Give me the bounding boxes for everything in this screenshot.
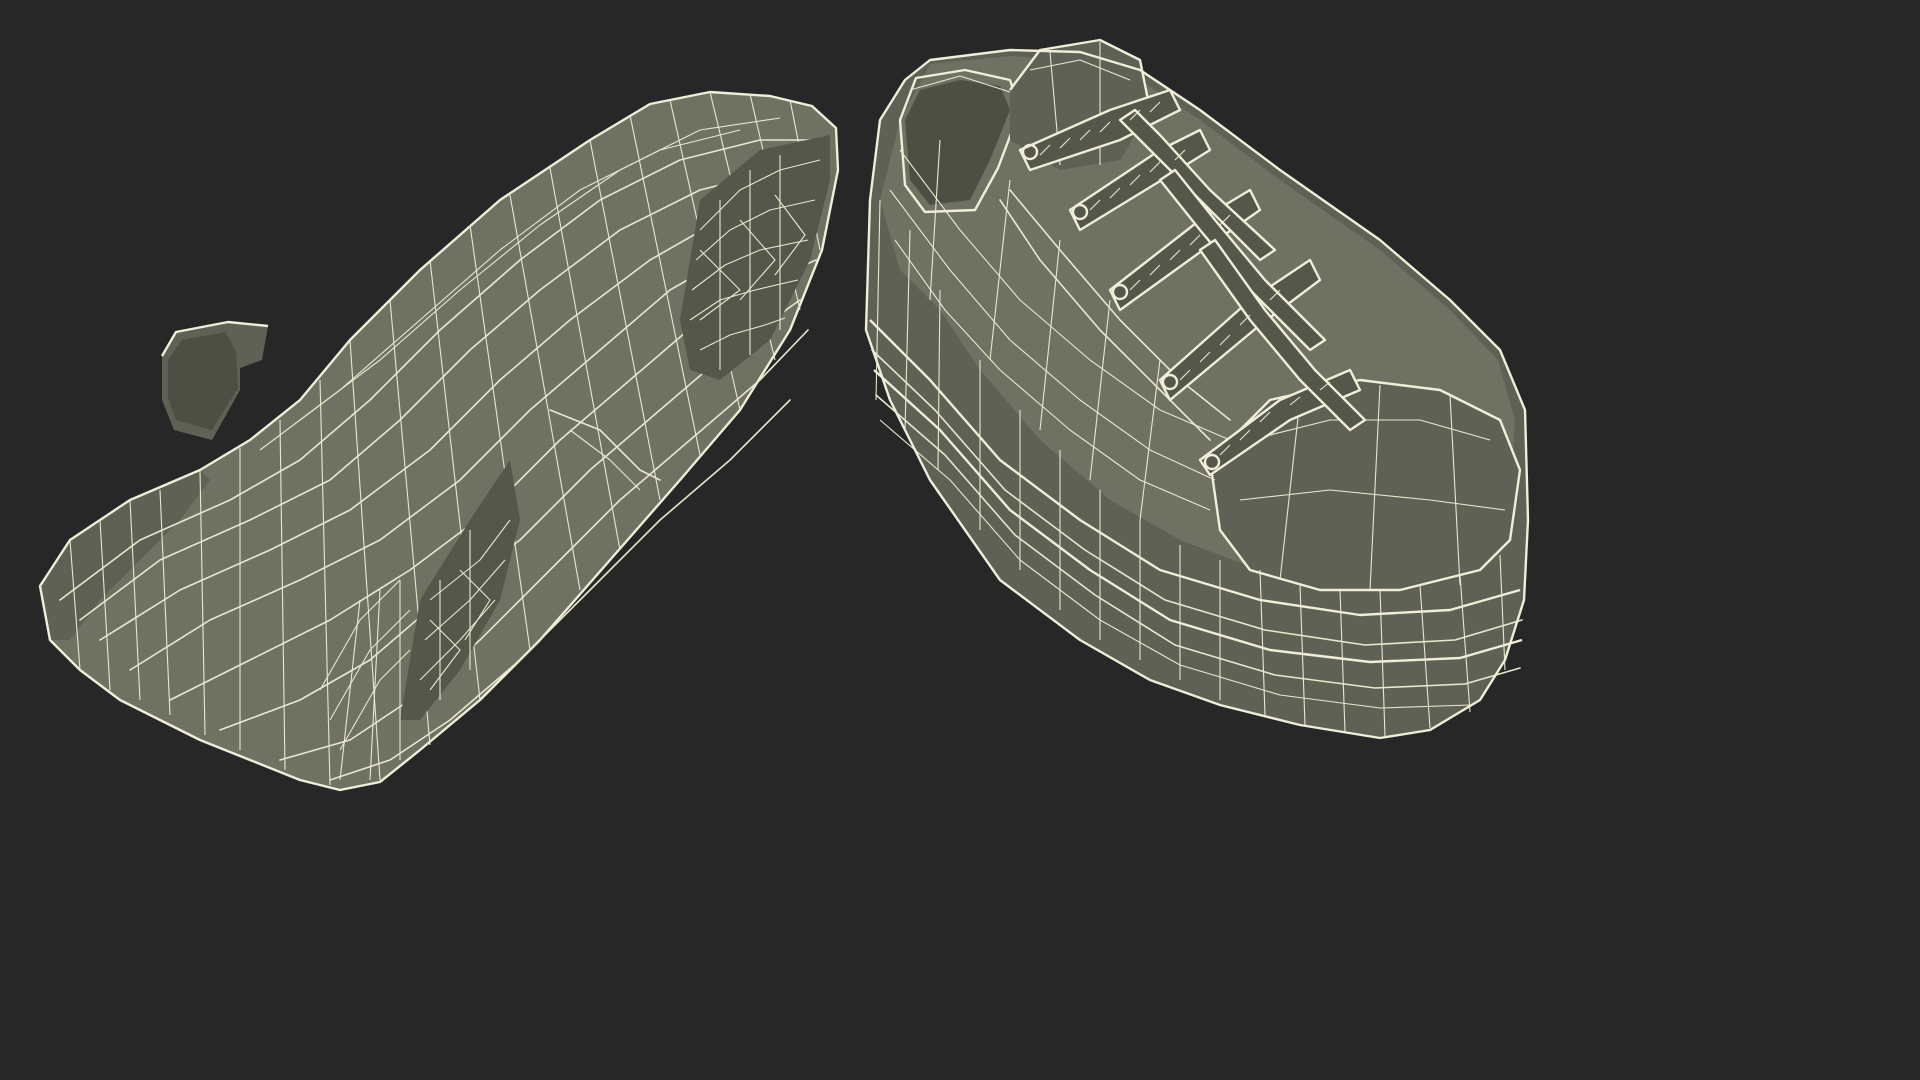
right-sneaker[interactable] (864, 38, 1530, 740)
left-sneaker[interactable] (38, 90, 840, 792)
3d-viewport[interactable] (0, 0, 1568, 882)
left-heel-opening (168, 332, 238, 430)
wireframe-render (38, 38, 1530, 792)
